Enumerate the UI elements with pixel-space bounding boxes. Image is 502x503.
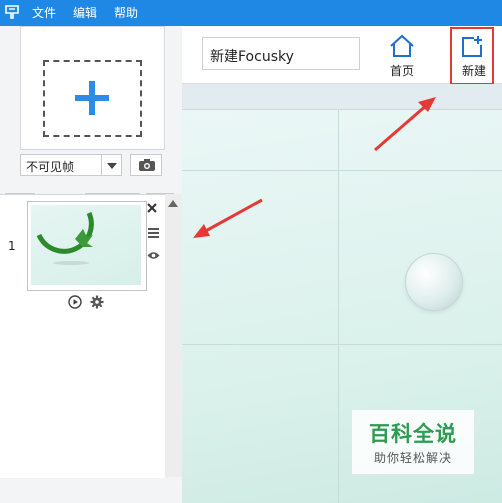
play-icon[interactable]: [68, 295, 82, 309]
home-label: 首页: [389, 64, 414, 78]
menu-icon[interactable]: [148, 228, 159, 238]
project-title-input[interactable]: 新建Focusky: [202, 37, 360, 70]
add-frame-button[interactable]: [20, 26, 165, 150]
editor-header: 新建Focusky 首页 新建: [182, 26, 502, 85]
slide-thumbnail[interactable]: [27, 201, 147, 291]
plus-icon: [75, 81, 109, 115]
slide-preview-image: [31, 205, 141, 285]
grid-line-horizontal: [182, 344, 502, 345]
chevron-down-icon[interactable]: [101, 155, 122, 175]
home-icon: [390, 34, 414, 57]
app-logo-icon: [5, 5, 19, 19]
slide-number: 1: [8, 239, 16, 253]
camera-button[interactable]: [130, 154, 162, 176]
scroll-up-arrow-icon[interactable]: [168, 200, 178, 207]
watermark: 百科全说 助你轻松解决: [352, 410, 474, 474]
menu-bar: 文件 编辑 帮助: [0, 0, 502, 26]
frame-visibility-select[interactable]: 不可见帧: [20, 154, 122, 176]
home-button[interactable]: 首页: [380, 32, 424, 80]
new-label: 新建: [461, 64, 486, 78]
gear-icon[interactable]: [90, 295, 104, 309]
menu-file[interactable]: 文件: [32, 5, 56, 21]
canvas-ruler: [182, 84, 502, 110]
watermark-subtitle: 助你轻松解决: [373, 451, 452, 465]
new-button[interactable]: 新建: [450, 27, 494, 85]
thumbnail-scrollbar[interactable]: [165, 194, 182, 477]
bubble-graphic[interactable]: [405, 253, 463, 311]
frame-visibility-value: 不可见帧: [26, 160, 75, 174]
grid-line-horizontal: [182, 170, 502, 171]
slide-thumbnail-list: 1: [0, 194, 165, 478]
menu-help[interactable]: 帮助: [114, 5, 138, 21]
camera-icon: [139, 159, 155, 171]
editor-canvas[interactable]: 百科全说 助你轻松解决: [182, 110, 502, 503]
menu-edit[interactable]: 编辑: [73, 5, 97, 21]
new-file-icon: [462, 36, 482, 57]
grid-line-vertical: [338, 110, 339, 503]
eye-icon[interactable]: [147, 251, 160, 260]
watermark-title: 百科全说: [369, 422, 457, 446]
green-circle-graphic: [36, 211, 94, 265]
close-icon[interactable]: [147, 203, 157, 213]
